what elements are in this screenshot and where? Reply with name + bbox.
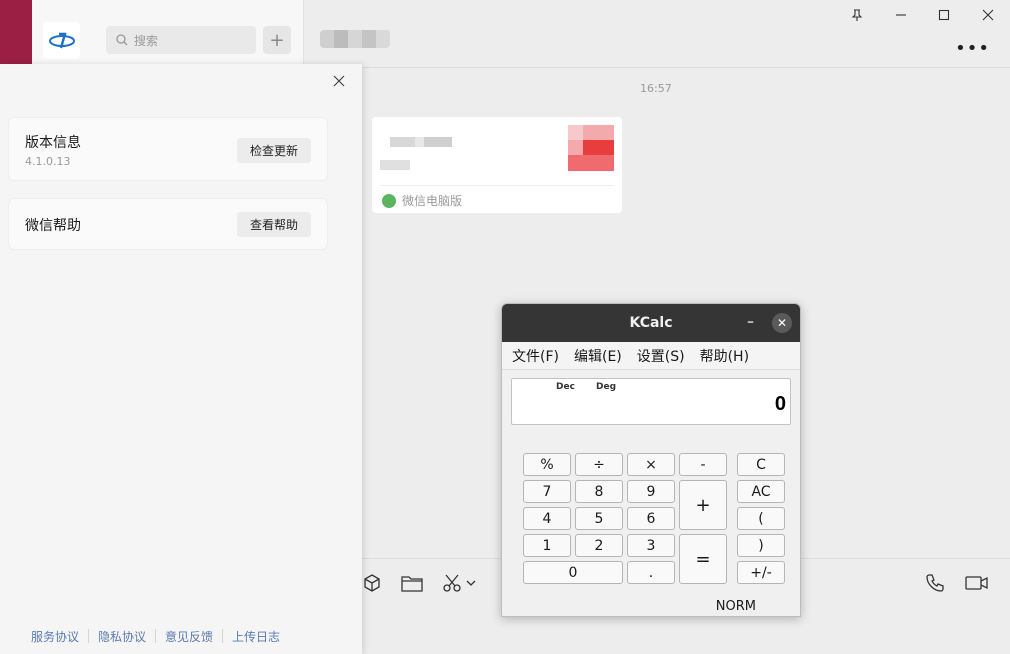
search-input[interactable]: 搜索 bbox=[106, 26, 256, 54]
search-placeholder: 搜索 bbox=[134, 33, 159, 48]
chat-title-blurred bbox=[320, 30, 390, 48]
card-thumbnail bbox=[568, 125, 614, 171]
key-2[interactable]: 2 bbox=[575, 534, 623, 557]
key-left-paren[interactable]: ( bbox=[737, 507, 785, 530]
folder-icon[interactable] bbox=[401, 572, 423, 594]
link-feedback[interactable]: 意见反馈 bbox=[156, 628, 222, 645]
kcalc-menubar: 文件(F) 编辑(E) 设置(S) 帮助(H) bbox=[502, 342, 800, 370]
kcalc-close-icon[interactable]: ✕ bbox=[772, 313, 792, 333]
kcalc-titlebar[interactable]: KCalc – ✕ bbox=[502, 304, 800, 342]
sidebar-header: 搜索 + bbox=[32, 0, 304, 64]
key-1[interactable]: 1 bbox=[523, 534, 571, 557]
version-info-card: 版本信息 4.1.0.13 检查更新 bbox=[8, 117, 328, 181]
maximize-icon[interactable] bbox=[935, 6, 953, 24]
add-button[interactable]: + bbox=[263, 26, 291, 54]
minimize-icon[interactable] bbox=[892, 6, 910, 24]
key-plus[interactable]: + bbox=[679, 480, 727, 530]
kcalc-display: Dec Deg 0 bbox=[511, 378, 791, 425]
key-0[interactable]: 0 bbox=[523, 561, 623, 584]
kcalc-window: KCalc – ✕ 文件(F) 编辑(E) 设置(S) 帮助(H) Dec De… bbox=[501, 303, 801, 617]
key-clear[interactable]: C bbox=[737, 453, 785, 476]
key-negate[interactable]: +/- bbox=[737, 561, 785, 584]
kcalc-minimize-icon[interactable]: – bbox=[747, 314, 754, 330]
key-percent[interactable]: % bbox=[523, 453, 571, 476]
base-indicator: Dec bbox=[556, 382, 575, 392]
key-multiply[interactable]: × bbox=[627, 453, 675, 476]
app-logo[interactable] bbox=[43, 22, 80, 59]
footer-links: 服务协议 隐私协议 意见反馈 上传日志 bbox=[22, 628, 289, 645]
key-decimal[interactable]: . bbox=[627, 561, 675, 584]
card-desc-blurred bbox=[380, 160, 410, 170]
phone-icon[interactable] bbox=[924, 572, 946, 594]
menu-edit[interactable]: 编辑(E) bbox=[574, 346, 622, 366]
version-title: 版本信息 bbox=[25, 135, 81, 151]
key-all-clear[interactable]: AC bbox=[737, 480, 785, 503]
menu-settings[interactable]: 设置(S) bbox=[637, 346, 685, 366]
chat-header: ••• bbox=[304, 0, 1010, 68]
card-source-label: 微信电脑版 bbox=[402, 194, 463, 208]
logo-icon bbox=[48, 32, 75, 48]
close-icon[interactable] bbox=[330, 72, 348, 90]
kcalc-title: KCalc bbox=[629, 315, 673, 331]
card-divider bbox=[380, 185, 614, 186]
wechat-icon bbox=[382, 193, 396, 208]
key-6[interactable]: 6 bbox=[627, 507, 675, 530]
key-equals[interactable]: = bbox=[679, 534, 727, 584]
menu-file[interactable]: 文件(F) bbox=[512, 346, 559, 366]
message-time: 16:57 bbox=[640, 82, 672, 95]
key-7[interactable]: 7 bbox=[523, 480, 571, 503]
key-right-paren[interactable]: ) bbox=[737, 534, 785, 557]
scissors-icon[interactable] bbox=[441, 572, 463, 594]
chevron-down-icon[interactable] bbox=[465, 572, 477, 594]
help-title: 微信帮助 bbox=[25, 218, 81, 234]
close-window-icon[interactable] bbox=[979, 6, 997, 24]
display-value: 0 bbox=[774, 393, 786, 415]
shared-card-message[interactable]: 微信电脑版 bbox=[372, 117, 622, 213]
version-number: 4.1.0.13 bbox=[25, 155, 71, 168]
search-icon bbox=[116, 34, 128, 46]
kcalc-status-mode: NORM bbox=[715, 599, 756, 614]
key-divide[interactable]: ÷ bbox=[575, 453, 623, 476]
angle-indicator: Deg bbox=[596, 382, 617, 392]
key-9[interactable]: 9 bbox=[627, 480, 675, 503]
key-minus[interactable]: - bbox=[679, 453, 727, 476]
key-4[interactable]: 4 bbox=[523, 507, 571, 530]
about-panel: 版本信息 4.1.0.13 检查更新 微信帮助 查看帮助 服务协议 隐私协议 意… bbox=[0, 64, 362, 654]
check-update-button[interactable]: 检查更新 bbox=[237, 138, 311, 163]
card-source: 微信电脑版 bbox=[382, 192, 462, 209]
view-help-button[interactable]: 查看帮助 bbox=[237, 212, 311, 237]
card-title-blurred bbox=[390, 137, 452, 147]
link-privacy[interactable]: 隐私协议 bbox=[89, 628, 155, 645]
video-call-icon[interactable] bbox=[964, 572, 990, 594]
brand-bar bbox=[0, 0, 32, 64]
menu-help[interactable]: 帮助(H) bbox=[700, 346, 749, 366]
key-5[interactable]: 5 bbox=[575, 507, 623, 530]
cube-icon[interactable] bbox=[361, 572, 383, 594]
more-icon[interactable]: ••• bbox=[955, 38, 990, 59]
pin-icon[interactable] bbox=[848, 6, 866, 24]
link-terms[interactable]: 服务协议 bbox=[22, 628, 88, 645]
key-3[interactable]: 3 bbox=[627, 534, 675, 557]
link-upload-log[interactable]: 上传日志 bbox=[223, 628, 289, 645]
wechat-help-card: 微信帮助 查看帮助 bbox=[8, 198, 328, 250]
key-8[interactable]: 8 bbox=[575, 480, 623, 503]
plus-icon: + bbox=[269, 29, 285, 51]
